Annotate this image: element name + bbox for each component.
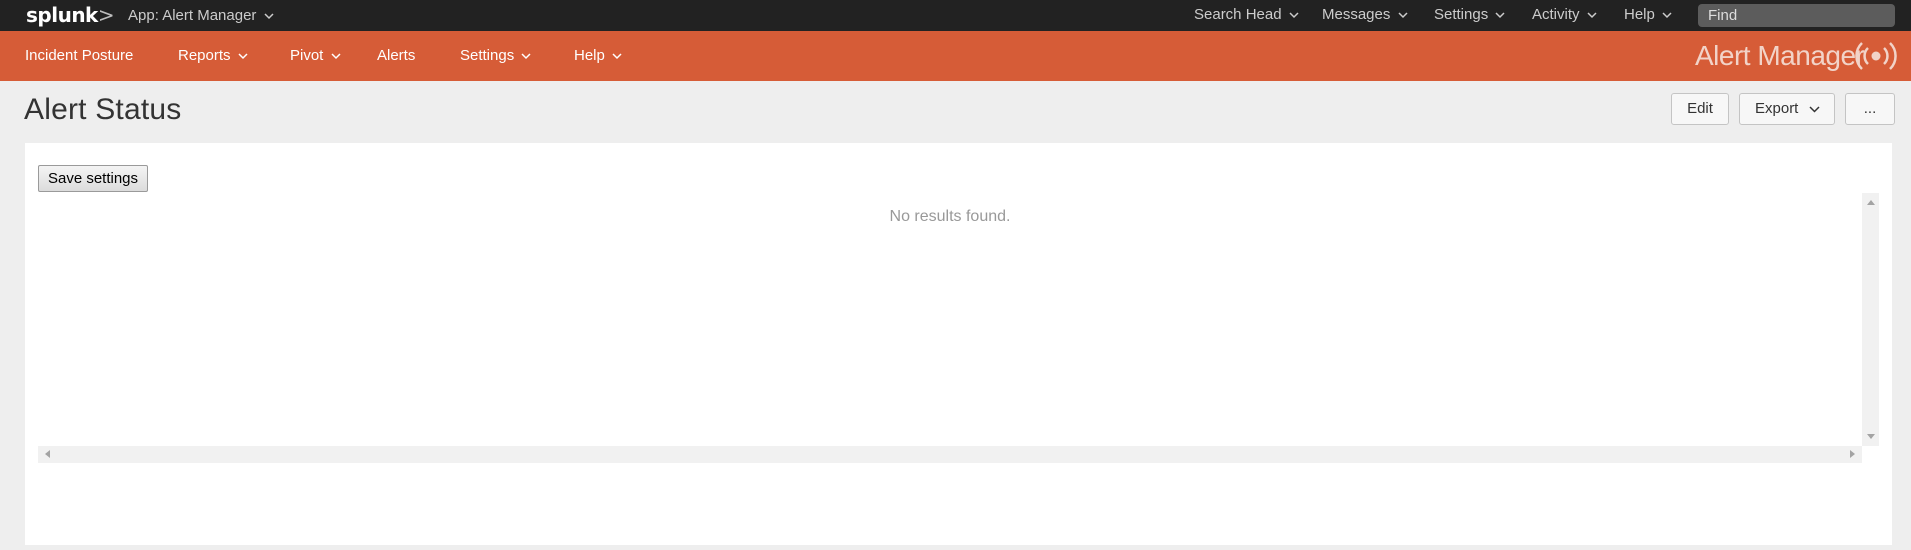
activity-menu[interactable]: Activity (1532, 0, 1597, 31)
nav-reports-label: Reports (178, 47, 231, 64)
horizontal-scrollbar[interactable] (38, 446, 1862, 463)
no-results-message: No results found. (889, 208, 1011, 225)
scroll-right-arrow-icon[interactable] (1850, 450, 1855, 458)
chevron-down-icon (1662, 12, 1672, 18)
app-brand-title: Alert Manager (1695, 40, 1865, 71)
export-button[interactable]: Export (1739, 93, 1835, 125)
nav-alerts[interactable]: Alerts (377, 31, 415, 81)
page-title: Alert Status (24, 93, 182, 126)
nav-incident-posture[interactable]: Incident Posture (25, 31, 133, 81)
splunk-logo[interactable]: splunk> (26, 3, 115, 27)
nav-alerts-label: Alerts (377, 47, 416, 64)
find-input[interactable]: Find (1698, 4, 1895, 27)
chevron-down-icon (238, 53, 248, 59)
chevron-down-icon (521, 53, 531, 59)
nav-settings-label: Settings (460, 47, 515, 64)
messages-label: Messages (1322, 6, 1391, 23)
chevron-down-icon (331, 53, 341, 59)
export-label: Export (1755, 100, 1799, 117)
scroll-left-arrow-icon[interactable] (45, 450, 50, 458)
more-actions-button[interactable]: ... (1845, 93, 1895, 125)
search-head-menu[interactable]: Search Head (1194, 0, 1299, 31)
chevron-down-icon (1398, 12, 1408, 18)
nav-settings[interactable]: Settings (460, 31, 531, 81)
vertical-scrollbar[interactable] (1862, 193, 1879, 446)
settings-top-label: Settings (1434, 6, 1489, 23)
broadcast-icon (1855, 42, 1897, 70)
messages-menu[interactable]: Messages (1322, 0, 1408, 31)
settings-top-menu[interactable]: Settings (1434, 0, 1505, 31)
scroll-up-arrow-icon[interactable] (1867, 200, 1875, 205)
scroll-down-arrow-icon[interactable] (1867, 434, 1875, 439)
chevron-down-icon (1809, 106, 1820, 113)
save-settings-button[interactable]: Save settings (38, 165, 148, 192)
nav-reports[interactable]: Reports (178, 31, 248, 81)
chevron-down-icon (612, 53, 622, 59)
nav-pivot-label: Pivot (290, 47, 324, 64)
help-top-menu[interactable]: Help (1624, 0, 1672, 31)
splunk-top-bar: splunk> App: Alert Manager Search Head M… (0, 0, 1911, 31)
help-top-label: Help (1624, 6, 1655, 23)
nav-help-label: Help (574, 47, 605, 64)
app-menu-label: App: Alert Manager (128, 7, 257, 24)
chevron-down-icon (1289, 12, 1299, 18)
activity-label: Activity (1532, 6, 1580, 23)
dashboard-panel: Save settings No results found. (25, 143, 1892, 545)
nav-incident-posture-label: Incident Posture (25, 47, 134, 64)
chevron-down-icon (1587, 12, 1597, 18)
chevron-down-icon (1495, 12, 1505, 18)
edit-button[interactable]: Edit (1671, 93, 1729, 125)
search-head-label: Search Head (1194, 6, 1282, 23)
app-menu[interactable]: App: Alert Manager (128, 0, 274, 31)
chevron-down-icon (264, 13, 274, 19)
dashboard-area: Alert Status Edit Export ... Save settin… (0, 81, 1911, 550)
nav-help[interactable]: Help (574, 31, 622, 81)
nav-pivot[interactable]: Pivot (290, 31, 341, 81)
app-nav-bar: Incident Posture Reports Pivot Alerts Se… (0, 31, 1911, 81)
